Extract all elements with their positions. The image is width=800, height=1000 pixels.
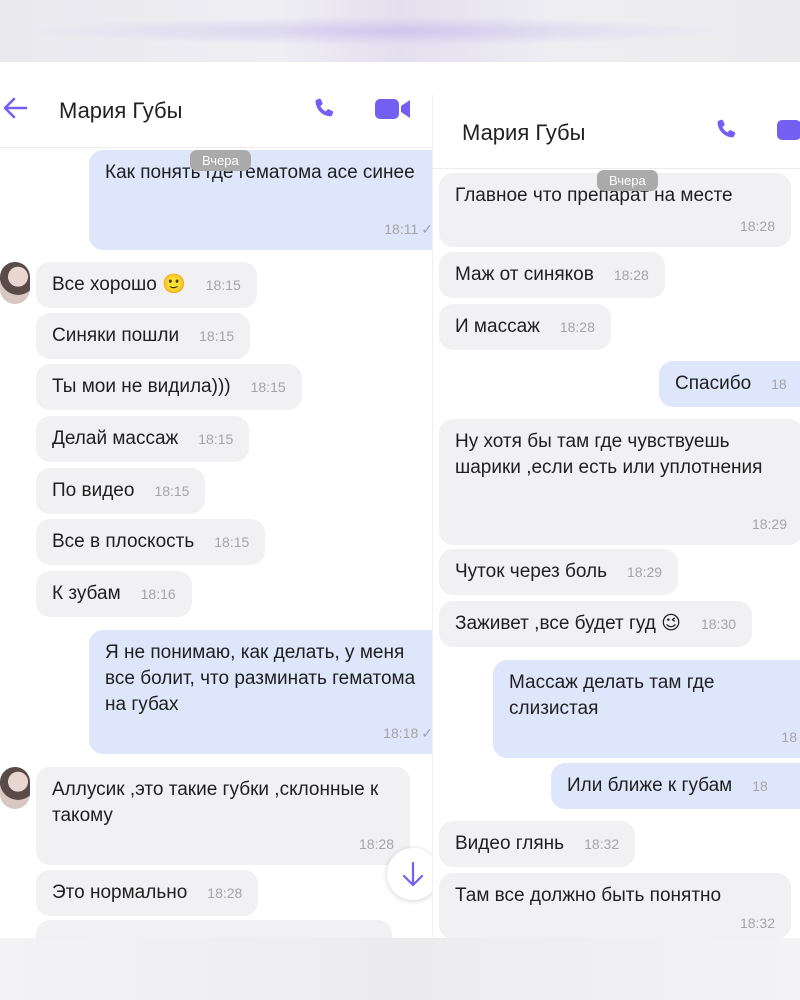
message-incoming[interactable]: По видео 18:15 [36,468,206,514]
message-text: Массаж делать там где слизистая [509,672,715,719]
message-time: 18:16 [140,586,176,602]
message-text: Или ближе к губам [567,775,733,796]
message-incoming[interactable]: Делай массаж 18:15 [36,416,250,462]
date-separator: Вчера [190,150,251,171]
message-text: И массаж [455,316,540,337]
message-text: Синяки пошли [52,325,180,346]
message-incoming[interactable]: Там все должно быть понятно 18:32 [439,873,791,938]
avatar[interactable] [0,262,30,304]
message-text: Ты мои не видила))) [52,376,231,397]
delivered-check-icon: ✓ [421,221,432,237]
message-time: 18:28 [739,218,775,234]
message-incoming[interactable]: Ну хотя бы там где чувствуешь шарики ,ес… [439,419,800,545]
date-separator: Вчера [597,170,658,191]
arrow-down-icon [402,861,424,887]
message-incoming-partial[interactable] [36,920,392,938]
message-incoming[interactable]: К зубам 18:16 [36,571,192,617]
chat-screenshot-right: Мария Губы Главное что препарат на месте… [432,95,800,938]
message-list[interactable]: Главное что препарат на месте 18:28 Вчер… [433,169,800,938]
message-time: 18:28 [559,319,595,335]
chat-screenshot-left: Мария Губы Как понять где гематома асе с… [0,62,432,938]
message-text: Все в плоскость [52,531,195,552]
message-text: Заживет ,все будет гуд 😉 [455,613,681,634]
message-time: 18 [781,729,797,745]
delivered-check-icon: ✓ [421,725,432,741]
message-time: 18:15 [198,431,234,447]
avatar[interactable] [0,767,30,809]
message-incoming[interactable]: Все в плоскость 18:15 [36,519,266,565]
message-time: 18 [752,778,768,794]
message-time: 18:15 [250,379,286,395]
blurred-top-strip [0,0,800,62]
contact-name: Мария Губы [462,120,586,145]
message-time: 18:32 [584,836,620,852]
message-outgoing[interactable]: Или ближе к губам 18 [551,763,800,809]
message-text: Спасибо [675,373,752,394]
message-time: 18:29 [751,516,787,532]
message-incoming[interactable]: Маж от синяков 18:28 [439,252,665,298]
message-text: Это нормально [52,882,188,903]
message-time: 18:15 [205,277,241,293]
message-text: К зубам [52,583,121,604]
message-time: 18:15 [199,328,235,344]
message-incoming[interactable]: И массаж 18:28 [439,304,611,350]
message-text: Ну хотя бы там где чувствуешь шарики ,ес… [455,431,763,478]
message-text: Делай массаж [52,428,179,449]
message-incoming[interactable]: Чуток через боль 18:29 [439,549,679,595]
chat-header: Мария Губы [0,62,432,148]
message-outgoing[interactable]: Спасибо 18 [659,361,800,407]
message-time: 18:29 [627,564,663,580]
message-text: Я не понимаю, как делать, у меня все бол… [105,642,416,715]
message-incoming[interactable]: Аллусик ,это такие губки ,склонные к так… [36,767,410,865]
message-time: 18:11 [384,221,419,237]
message-incoming[interactable]: Все хорошо 🙂 18:15 [36,262,257,308]
message-list[interactable]: Как понять где гематома асе синее 18:11 ✓… [0,148,432,938]
video-camera-icon[interactable] [776,117,800,148]
message-time: 18:15 [154,483,190,499]
message-outgoing[interactable]: Как понять где гематома асе синее 18:11 ✓ [89,150,432,250]
phone-icon[interactable] [312,96,338,127]
message-text: Видео глянь [455,833,565,854]
message-incoming[interactable]: Видео глянь 18:32 [439,821,636,867]
message-time: 18:18 [383,725,419,741]
video-camera-icon[interactable] [374,96,414,127]
message-time: 18:28 [613,267,649,283]
message-text: Все хорошо 🙂 [52,274,186,295]
message-time: 18 [771,376,787,392]
message-text: Там все должно быть понятно [455,885,722,906]
message-text: Маж от синяков [455,264,594,285]
message-incoming[interactable]: Ты мои не видила))) 18:15 [36,364,302,410]
scroll-to-bottom-button[interactable] [387,848,432,900]
message-incoming[interactable]: Синяки пошли 18:15 [36,313,251,359]
blurred-bottom-strip [0,938,800,1000]
contact-name: Мария Губы [59,98,183,123]
message-time: 18:15 [214,534,250,550]
message-incoming[interactable]: Заживет ,все будет гуд 😉 18:30 [439,601,753,647]
message-outgoing[interactable]: Я не понимаю, как делать, у меня все бол… [89,630,432,754]
phone-icon[interactable] [714,117,740,148]
message-text: По видео [52,480,135,501]
message-text: Главное что препарат на месте [455,185,733,206]
message-incoming[interactable]: Это нормально 18:28 [36,870,259,916]
message-time: 18:28 [207,885,243,901]
arrow-left-icon[interactable] [2,96,28,120]
message-time: 18:32 [739,915,775,931]
message-time: 18:30 [700,616,737,632]
message-text: Как понять где гематома асе синее [105,162,415,183]
message-text: Аллусик ,это такие губки ,склонные к так… [52,779,379,826]
chat-header: Мария Губы [433,95,800,169]
message-text: Чуток через боль [455,561,607,582]
message-outgoing[interactable]: Массаж делать там где слизистая 18 [493,660,800,758]
